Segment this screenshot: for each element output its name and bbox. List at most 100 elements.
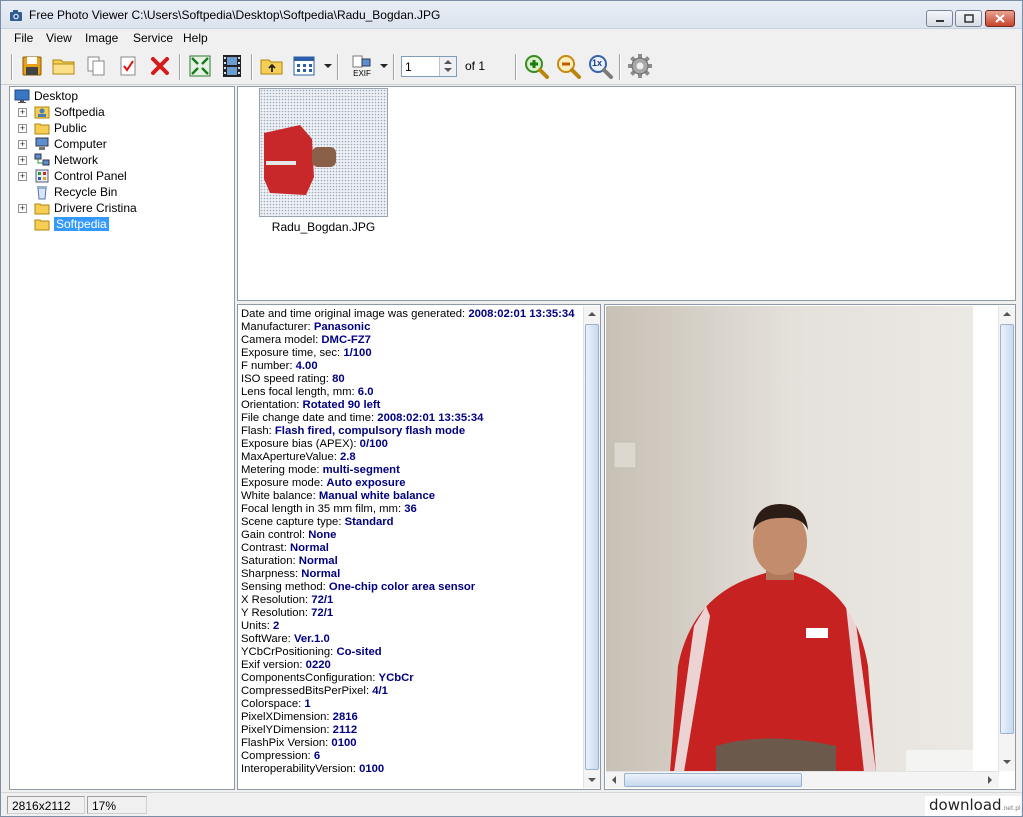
download-watermark: download.net.pl	[925, 796, 1021, 816]
tree-expand-toggle[interactable]: +	[18, 140, 27, 149]
exif-dropdown-arrow[interactable]	[380, 64, 388, 68]
filmstrip-button[interactable]	[219, 53, 245, 79]
settings-icon	[628, 54, 652, 78]
tree-item-network[interactable]: Network	[34, 152, 98, 168]
toolbar-separator	[393, 54, 395, 80]
exif-row: Gain control: None	[241, 529, 574, 542]
exif-button[interactable]: EXIF	[345, 53, 379, 79]
exif-value: YCbCr	[378, 672, 414, 684]
zoom-out-button[interactable]	[555, 53, 581, 79]
folder-icon	[34, 203, 50, 215]
delete-button[interactable]	[147, 53, 173, 79]
exif-row: Contrast: Normal	[241, 542, 574, 555]
toolbar-separator	[619, 54, 621, 80]
thumbnail-item[interactable]	[259, 88, 388, 217]
exif-value: 0220	[305, 659, 331, 671]
tree-expand-toggle[interactable]: +	[18, 172, 27, 181]
exif-row: White balance: Manual white balance	[241, 490, 574, 503]
actual-size-button[interactable]: 1x	[587, 53, 613, 79]
folder-up-icon	[260, 59, 283, 75]
exif-panel[interactable]: Date and time original image was generat…	[237, 304, 601, 790]
exif-value: Standard	[344, 516, 394, 528]
fit-icon	[189, 55, 211, 77]
tree-item-label: Public	[54, 121, 87, 135]
exif-value: 0/100	[359, 438, 388, 450]
scroll-left-button[interactable]	[606, 772, 622, 788]
copy-icon	[87, 56, 105, 76]
zoom-in-icon	[525, 55, 549, 79]
scroll-thumb[interactable]	[585, 324, 599, 770]
checklist-button[interactable]	[115, 53, 141, 79]
tree-item-control-panel[interactable]: Control Panel	[34, 168, 127, 184]
tree-item-label: Network	[54, 153, 99, 167]
arrow-down-icon	[1003, 760, 1011, 764]
scroll-thumb[interactable]	[1000, 324, 1014, 734]
menu-service[interactable]: Service	[133, 31, 173, 45]
scroll-up-button[interactable]	[999, 306, 1015, 322]
exif-key: File change date and time:	[241, 412, 378, 424]
tree-item-computer[interactable]: Computer	[34, 136, 107, 152]
arrow-down-icon	[588, 778, 596, 782]
exif-value: 80	[332, 373, 345, 385]
tree-expand-toggle[interactable]: +	[18, 124, 27, 133]
toolbar-separator	[179, 54, 181, 80]
exif-key: Saturation:	[241, 555, 299, 567]
exif-value: Co-sited	[336, 646, 382, 658]
tree-expand-toggle[interactable]: +	[18, 204, 27, 213]
grid-view-button[interactable]	[291, 53, 317, 79]
menu-help[interactable]: Help	[183, 31, 208, 45]
exif-value: 2112	[332, 724, 358, 736]
image-preview[interactable]	[604, 304, 1016, 790]
exif-row: Metering mode: multi-segment	[241, 464, 574, 477]
tree-expand-toggle[interactable]: +	[18, 108, 27, 117]
settings-button[interactable]	[627, 53, 653, 79]
desktop-icon	[14, 89, 30, 103]
thumbnail-caption[interactable]: Radu_Bogdan.JPG	[259, 220, 388, 234]
preview-horizontal-scrollbar[interactable]	[606, 771, 999, 788]
tree-item-recycle-bin[interactable]: Recycle Bin	[34, 184, 117, 200]
exif-list: Date and time original image was generat…	[241, 308, 574, 776]
tree-expand-toggle[interactable]: +	[18, 156, 27, 165]
toolbar-separator	[515, 54, 517, 80]
tree-item-public[interactable]: Public	[34, 120, 87, 136]
tree-item-softpedia[interactable]: Softpedia	[34, 104, 105, 120]
tree-item-softpedia[interactable]: Softpedia	[34, 216, 109, 232]
zoom-in-button[interactable]	[523, 53, 549, 79]
open-folder-button[interactable]	[51, 53, 77, 79]
scroll-up-button[interactable]	[584, 306, 600, 322]
minimize-button[interactable]	[926, 10, 953, 27]
folder-up-button[interactable]	[259, 53, 285, 79]
spin-up-icon[interactable]	[444, 60, 452, 64]
exif-row: Orientation: Rotated 90 left	[241, 399, 574, 412]
exif-row: MaxApertureValue: 2.8	[241, 451, 574, 464]
exif-row: Date and time original image was generat…	[241, 308, 574, 321]
copy-button[interactable]	[83, 53, 109, 79]
tree-item-desktop[interactable]: Desktop	[14, 88, 78, 104]
spin-down-icon[interactable]	[444, 68, 452, 72]
filmstrip-icon	[223, 55, 241, 77]
tree-item-drivere-cristina[interactable]: Drivere Cristina	[34, 200, 137, 216]
scroll-right-button[interactable]	[982, 772, 998, 788]
grid-view-dropdown-arrow[interactable]	[324, 64, 332, 68]
scroll-thumb[interactable]	[624, 773, 802, 787]
control-panel-icon	[35, 169, 49, 183]
menu-view[interactable]: View	[46, 31, 72, 45]
menu-image[interactable]: Image	[85, 31, 118, 45]
preview-vertical-scrollbar[interactable]	[998, 306, 1015, 771]
scroll-down-button[interactable]	[999, 754, 1015, 770]
exif-row: Manufacturer: Panasonic	[241, 321, 574, 334]
fit-button[interactable]	[187, 53, 213, 79]
scroll-down-button[interactable]	[584, 772, 600, 788]
menu-file[interactable]: File	[14, 31, 33, 45]
exif-row: Flash: Flash fired, compulsory flash mod…	[241, 425, 574, 438]
save-button[interactable]	[19, 53, 45, 79]
page-spinner[interactable]	[439, 57, 456, 76]
close-button[interactable]	[985, 10, 1015, 27]
maximize-button[interactable]	[955, 10, 982, 27]
zoom-out-icon	[557, 55, 581, 79]
folder-tree[interactable]: Desktop + Softpedia + Public + Computer + Netwo…	[9, 86, 235, 790]
exif-key: Scene capture type:	[241, 516, 345, 528]
exif-scrollbar[interactable]	[583, 306, 600, 788]
exif-row: Exposure mode: Auto exposure	[241, 477, 574, 490]
exif-key: Exposure time, sec:	[241, 347, 344, 359]
